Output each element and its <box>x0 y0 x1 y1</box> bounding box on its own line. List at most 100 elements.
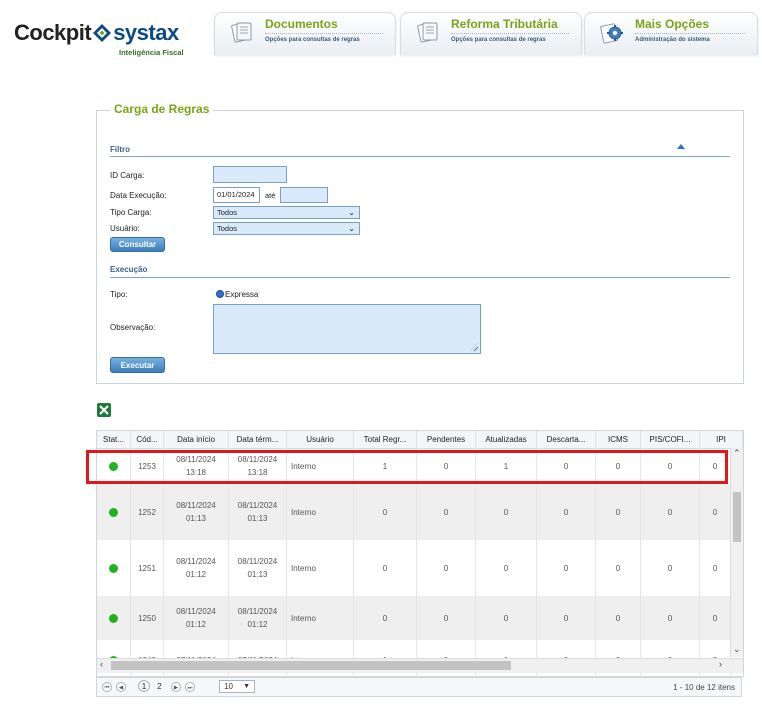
excel-icon[interactable] <box>96 402 112 418</box>
table-row[interactable]: 1250 08/11/2024 01:12 08/11/2024 01:12 Intern… <box>97 596 731 640</box>
datetime-value: 08/11/2024 01:13 <box>238 555 277 581</box>
page-number-current[interactable]: 1 <box>138 680 150 692</box>
scroll-up-icon[interactable]: ⌃ <box>733 448 741 459</box>
page-title: Carga de Regras <box>110 102 214 116</box>
tipo-expressa-radio[interactable] <box>216 290 224 298</box>
table-cell: 0 <box>700 484 731 540</box>
table-cell <box>97 540 131 596</box>
column-header[interactable]: Data térm... <box>229 431 287 448</box>
consultar-button[interactable]: Consultar <box>110 237 165 252</box>
tab-reforma-tributaria[interactable]: Reforma Tributária Opções para consultas… <box>400 12 582 55</box>
column-header[interactable]: Descarta... <box>537 431 596 448</box>
usuario-select[interactable]: Todos ⌄ <box>213 222 360 235</box>
logo-text-cockpit: Cockpit <box>14 20 92 45</box>
date-text: 08/11/2024 <box>176 607 216 616</box>
table-cell: 1250 <box>131 596 164 640</box>
pager-info: 1 - 10 de 12 itens <box>673 683 735 692</box>
filtro-divider <box>110 156 730 157</box>
table-cell: 08/11/2024 01:12 <box>229 596 287 640</box>
tab-title: Reforma Tributária <box>451 17 558 31</box>
column-header[interactable]: Stat... <box>97 431 131 448</box>
datetime-value: 08/11/2024 01:12 <box>176 555 215 581</box>
date-text: 08/11/2024 <box>237 501 278 510</box>
table-cell: 0 <box>417 484 476 540</box>
data-execucao-label: Data Execução: <box>110 191 167 200</box>
horizontal-scrollbar[interactable]: ‹ › <box>97 658 743 673</box>
first-page-icon[interactable]: ⏮ <box>102 682 112 692</box>
column-header[interactable]: Atualizadas <box>476 431 537 448</box>
id-carga-input[interactable] <box>213 166 287 183</box>
datetime-value: 08/11/2024 01:12 <box>176 605 215 631</box>
scroll-right-icon[interactable]: › <box>719 659 722 669</box>
table-cell: 0 <box>596 484 641 540</box>
prev-page-icon[interactable]: ◀ <box>116 682 126 692</box>
table-cell: 0 <box>537 484 596 540</box>
data-fim-input[interactable] <box>280 187 328 203</box>
horizontal-scroll-thumb[interactable] <box>111 661 511 670</box>
tab-title: Mais Opções <box>635 17 710 31</box>
scroll-down-icon[interactable]: ⌄ <box>733 644 741 655</box>
table-cell <box>97 596 131 640</box>
time-text: 01:12 <box>185 570 206 579</box>
column-header[interactable]: Total Regr... <box>354 431 417 448</box>
gear-icon <box>600 23 623 44</box>
tab-divider <box>635 33 745 34</box>
date-text: 08/11/2024 <box>176 501 216 510</box>
page-number[interactable]: 2 <box>157 681 162 691</box>
date-text: 08/11/2024 <box>237 607 278 616</box>
table-row[interactable]: 1252 08/11/2024 01:13 08/11/2024 01:13 Intern… <box>97 484 731 540</box>
vertical-scrollbar[interactable]: ⌃ ⌄ <box>730 448 743 657</box>
id-carga-label: ID Carga: <box>110 171 145 180</box>
column-header[interactable]: Usuário <box>287 431 354 448</box>
tab-divider <box>265 33 383 34</box>
table-row[interactable]: 1251 08/11/2024 01:12 08/11/2024 01:13 Intern… <box>97 540 731 596</box>
status-green-icon <box>109 613 118 623</box>
scroll-left-icon[interactable]: ‹ <box>100 659 103 669</box>
executar-button[interactable]: Executar <box>110 357 165 373</box>
tipo-carga-select[interactable]: Todos ⌄ <box>213 206 360 219</box>
caret-down-icon: ▼ <box>243 683 250 690</box>
table-cell: 0 <box>417 540 476 596</box>
table-cell: 0 <box>354 596 417 640</box>
table-cell: 0 <box>354 540 417 596</box>
execucao-section-title: Execução <box>110 265 148 274</box>
datetime-value: 08/11/2024 01:13 <box>176 499 215 525</box>
page-size-select[interactable]: 10 ▼ <box>219 680 255 693</box>
last-page-icon[interactable]: ⏭ <box>185 682 195 692</box>
time-text: 01:13 <box>247 570 268 579</box>
observacao-textarea[interactable] <box>213 304 481 354</box>
table-cell: 1252 <box>131 484 164 540</box>
resize-handle[interactable] <box>470 343 478 351</box>
tab-mais-opcoes[interactable]: Mais Opções Administração do sistema <box>584 12 758 55</box>
table-cell: 0 <box>417 596 476 640</box>
documents-icon <box>417 22 438 43</box>
tab-divider <box>451 33 569 34</box>
table-cell: 0 <box>596 540 641 596</box>
column-header[interactable]: PIS/COFI... <box>641 431 700 448</box>
data-inicio-input[interactable]: 01/01/2024 <box>213 187 260 203</box>
triangle-up-icon[interactable] <box>677 144 685 150</box>
column-header[interactable]: Pendentes <box>417 431 476 448</box>
column-header[interactable]: Data início <box>164 431 229 448</box>
table-cell: 0 <box>537 596 596 640</box>
documents-icon <box>231 22 252 43</box>
status-green-icon <box>109 507 118 517</box>
tab-documentos[interactable]: Documentos Opções para consultas de regr… <box>214 12 396 55</box>
cockpit-logo[interactable]: Cockpit systax <box>14 20 179 46</box>
table-cell: 08/11/2024 01:13 <box>164 484 229 540</box>
next-page-icon[interactable]: ▶ <box>171 682 181 692</box>
tipo-carga-value: Todos <box>217 208 238 217</box>
table-cell: 0 <box>700 596 731 640</box>
column-header[interactable]: ICMS <box>596 431 641 448</box>
ate-label: até <box>265 191 276 200</box>
table-cell: Interno <box>287 596 354 640</box>
table-cell: 08/11/2024 01:12 <box>164 596 229 640</box>
table-cell: Interno <box>287 484 354 540</box>
tipo-carga-label: Tipo Carga: <box>110 208 152 217</box>
column-header[interactable]: Cód... <box>131 431 164 448</box>
time-text: 01:13 <box>185 514 206 523</box>
column-header[interactable]: IPI <box>700 431 743 448</box>
table-header: Stat... Cód... Data início Data térm... … <box>97 431 743 449</box>
observacao-label: Observação: <box>110 323 156 332</box>
vertical-scroll-thumb[interactable] <box>733 492 741 542</box>
